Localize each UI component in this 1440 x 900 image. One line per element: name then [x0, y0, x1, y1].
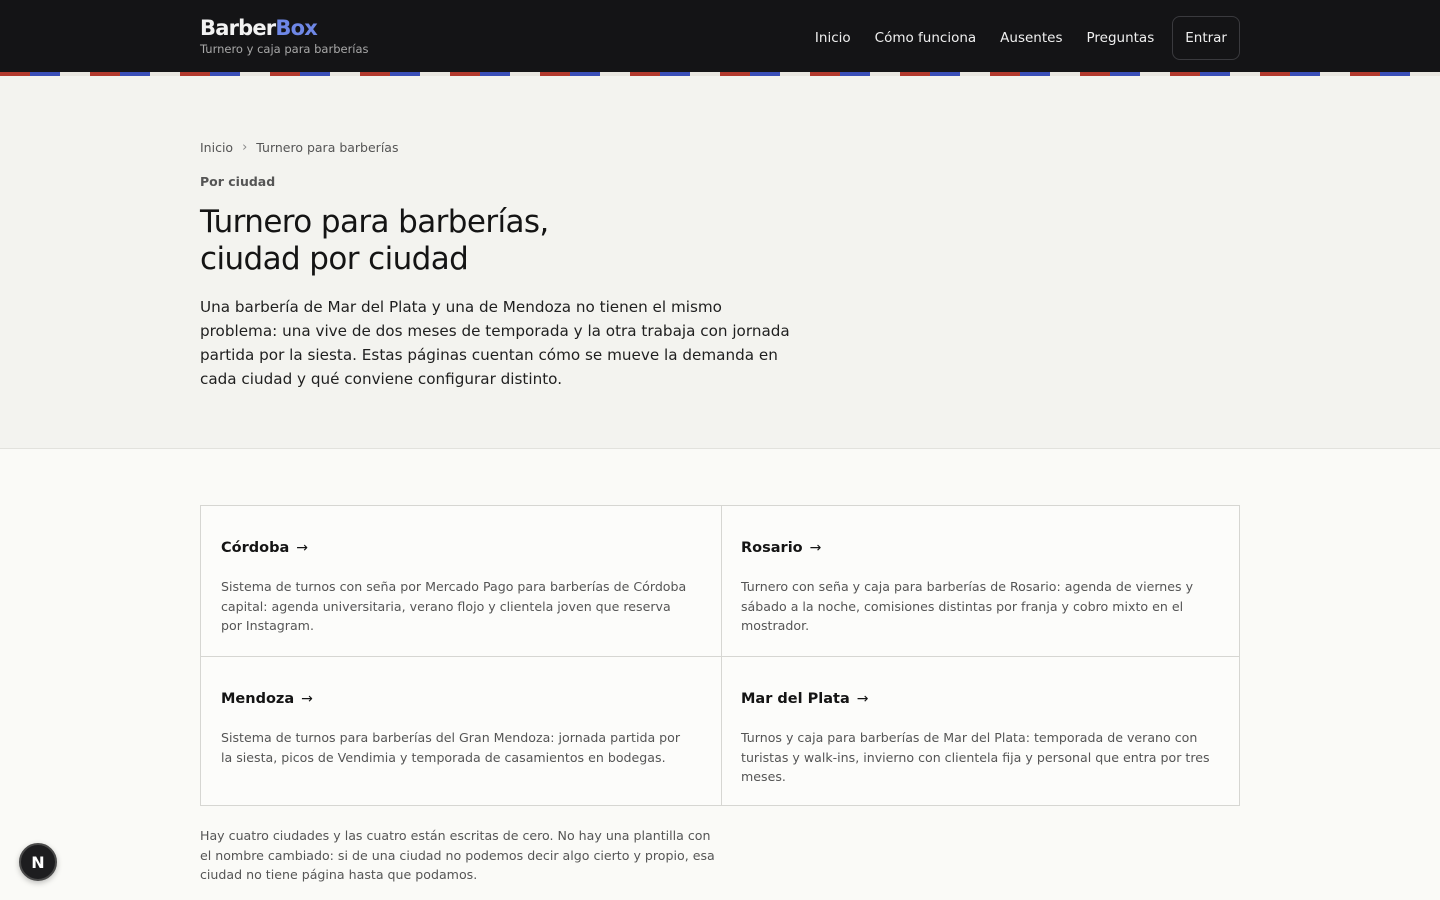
arrow-right-icon: → [296, 540, 308, 556]
city-link-cordoba[interactable]: Córdoba → [221, 539, 701, 557]
page-title: Turnero para barberías, ciudad por ciuda… [200, 204, 760, 278]
hero-section: Inicio › Turnero para barberías Por ciud… [0, 76, 1440, 449]
brand-name: BarberBox [200, 14, 369, 42]
breadcrumb-home-link[interactable]: Inicio [200, 140, 233, 155]
main-nav: Inicio Cómo funciona Ausentes Preguntas … [791, 16, 1240, 60]
city-card-mar-del-plata: Mar del Plata → Turnos y caja para barbe… [721, 656, 1240, 805]
arrow-right-icon: → [301, 691, 313, 707]
city-description: Turnos y caja para barberías de Mar del … [741, 730, 1210, 784]
city-card-mendoza: Mendoza → Sistema de turnos para barberí… [201, 656, 721, 805]
breadcrumb: Inicio › Turnero para barberías [200, 140, 398, 155]
hero-lead: Una barbería de Mar del Plata y una de M… [200, 298, 790, 388]
city-link-mendoza[interactable]: Mendoza → [221, 690, 701, 708]
nextjs-dev-indicator-button[interactable]: N [19, 843, 57, 881]
page-title-line1: Turnero para barberías, [200, 204, 549, 240]
brand-logo[interactable]: BarberBox Turnero y caja para barberías [200, 14, 369, 56]
brand-tagline: Turnero y caja para barberías [200, 42, 369, 56]
nav-link-inicio[interactable]: Inicio [815, 16, 851, 60]
nav-link-como-funciona[interactable]: Cómo funciona [875, 16, 977, 60]
chevron-right-icon: › [242, 140, 248, 155]
city-name: Rosario [741, 540, 803, 556]
page-title-line2: ciudad por ciudad [200, 241, 469, 277]
brand-name-part2: Box [275, 16, 317, 40]
city-link-mar-del-plata[interactable]: Mar del Plata → [741, 690, 1220, 708]
city-name: Mendoza [221, 691, 295, 707]
arrow-right-icon: → [856, 691, 869, 707]
footnote-text: Hay cuatro ciudades y las cuatro están e… [200, 828, 715, 882]
city-description: Sistema de turnos para barberías del Gra… [221, 730, 681, 765]
city-grid: Córdoba → Sistema de turnos con seña por… [200, 505, 1240, 806]
nav-link-preguntas[interactable]: Preguntas [1086, 16, 1154, 60]
city-card-cordoba: Córdoba → Sistema de turnos con seña por… [201, 506, 721, 656]
breadcrumb-current: Turnero para barberías [256, 140, 399, 155]
city-link-rosario[interactable]: Rosario → [741, 539, 1220, 557]
brand-name-part1: Barber [200, 16, 276, 40]
nav-link-ausentes[interactable]: Ausentes [1000, 16, 1062, 60]
login-button[interactable]: Entrar [1172, 16, 1240, 60]
site-header: BarberBox Turnero y caja para barberías … [0, 0, 1440, 72]
city-card-rosario: Rosario → Turnero con seña y caja para b… [721, 506, 1240, 656]
city-name: Mar del Plata [741, 691, 850, 707]
arrow-right-icon: → [809, 540, 822, 556]
section-eyebrow: Por ciudad [200, 174, 276, 189]
city-description: Sistema de turnos con seña por Mercado P… [221, 579, 687, 633]
city-description: Turnero con seña y caja para barberías d… [741, 579, 1194, 633]
city-name: Córdoba [221, 540, 290, 556]
